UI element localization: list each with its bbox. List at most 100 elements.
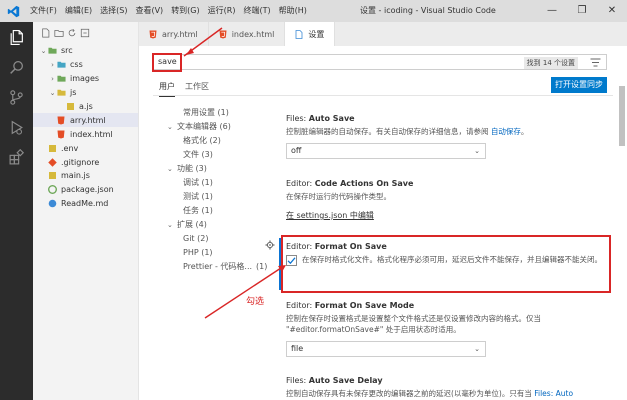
chevron-down-icon: ⌄ (474, 147, 480, 155)
explorer-item[interactable]: › images (33, 72, 138, 86)
tab-label: index.html (231, 29, 275, 39)
refresh-icon[interactable] (67, 28, 77, 38)
explorer-item[interactable]: ReadMe.md (33, 197, 138, 211)
explorer-item[interactable]: › css (33, 58, 138, 72)
setting-category: Editor: (286, 301, 315, 310)
explorer-item-label: arry.html (70, 115, 106, 125)
toc-item[interactable]: 测试 (1) (139, 190, 269, 204)
toc-item[interactable]: 文件 (3) (139, 148, 269, 162)
window-title: 设置 - icoding - Visual Studio Code (360, 6, 496, 15)
maximize-button[interactable]: ❐ (567, 0, 597, 22)
folder-icon (57, 88, 66, 97)
toc-item[interactable]: 格式化 (2) (139, 134, 269, 148)
menu-edit[interactable]: 编辑(E) (61, 0, 96, 22)
explorer-item[interactable]: index.html (33, 127, 138, 141)
setting-category: Files: (286, 376, 309, 385)
menu-terminal[interactable]: 终端(T) (239, 0, 274, 22)
chevron-down-icon: ⌄ (167, 165, 173, 173)
editor-tabs: arry.html index.html 设置 (139, 22, 627, 46)
explorer-item[interactable]: ⌄ js (33, 86, 138, 100)
menu-help[interactable]: 帮助(H) (275, 0, 311, 22)
setting-auto-save-delay: Files: Auto Save Delay 控制自动保存具有未保存更改的编辑器… (286, 376, 606, 399)
run-debug-icon[interactable] (0, 112, 33, 142)
auto-save-link[interactable]: 自动保存 (491, 127, 521, 136)
tab-label: arry.html (162, 29, 198, 39)
tab-index-html[interactable]: index.html (208, 22, 286, 46)
activity-bar (0, 22, 33, 400)
toc-item[interactable]: 任务 (1) (139, 204, 269, 218)
tab-arry-html[interactable]: arry.html (139, 22, 209, 46)
setting-name: Format On Save Mode (314, 301, 415, 310)
toc-item[interactable]: 调试 (1) (139, 176, 269, 190)
toc-item[interactable]: Git (2) (139, 232, 269, 246)
settings-search-input[interactable]: save 找到 14 个设置 (153, 54, 607, 70)
explorer-item-label: src (61, 46, 73, 56)
menu-run[interactable]: 运行(R) (204, 0, 240, 22)
explorer-item[interactable]: .gitignore (33, 155, 138, 169)
explorer-icon[interactable] (0, 22, 33, 52)
js-icon (48, 171, 57, 180)
minimize-button[interactable]: — (537, 0, 567, 22)
format-on-save-highlight-box (281, 235, 611, 293)
explorer-item[interactable]: package.json (33, 183, 138, 197)
toc-item-count: (1) (256, 262, 268, 271)
settings-editor: save 找到 14 个设置 用户 工作区 打开设置同步 常用设置 (1) ⌄ 文本… (139, 46, 627, 400)
close-button[interactable]: ✕ (597, 0, 627, 22)
gear-icon[interactable] (265, 240, 275, 250)
explorer-item-label: css (70, 60, 83, 70)
edit-in-settings-json-link[interactable]: 在 settings.json 中编辑 (286, 210, 606, 221)
scrollbar-thumb[interactable] (619, 86, 625, 146)
explorer-item[interactable]: .env (33, 141, 138, 155)
extensions-icon[interactable] (0, 142, 33, 172)
folder-icon (57, 74, 66, 83)
folder-icon (57, 60, 66, 69)
explorer-item-label: .gitignore (61, 157, 100, 167)
explorer-item[interactable]: arry.html (33, 113, 138, 128)
toc-item[interactable]: 常用设置 (1) (139, 106, 269, 120)
format-on-save-mode-dropdown[interactable]: file ⌄ (286, 341, 486, 357)
toc-item-label: PHP (1) (183, 248, 213, 257)
chevron-down-icon: ⌄ (474, 345, 480, 353)
window-controls: — ❐ ✕ (537, 0, 627, 22)
tab-label: 设置 (308, 29, 325, 39)
toc-item[interactable]: ⌄ 扩展 (4) (139, 218, 269, 232)
chevron-down-icon: ⌄ (167, 123, 173, 131)
toc-item-label: 常用设置 (1) (183, 108, 229, 117)
files-auto-link[interactable]: Files: Auto (534, 389, 573, 398)
explorer-tree: ⌄ src › css › images ⌄ js a.js arry.html index.htm… (33, 44, 138, 211)
explorer-toolbar (33, 22, 138, 44)
setting-desc-text: 控制自动保存具有未保存更改的编辑器之前的延迟(以毫秒为单位)。只有当 (286, 389, 532, 398)
new-file-icon[interactable] (41, 28, 51, 38)
source-control-icon[interactable] (0, 82, 33, 112)
menu-selection[interactable]: 选择(S) (96, 0, 131, 22)
chevron-right-icon: › (51, 60, 54, 69)
chevron-down-icon: ⌄ (49, 88, 56, 97)
dropdown-value: off (291, 146, 302, 155)
toc-item[interactable]: ⌄ 功能 (3) (139, 162, 269, 176)
toc-item[interactable]: PHP (1) (139, 246, 269, 260)
menu-view[interactable]: 查看(V) (131, 0, 167, 22)
setting-category: Editor: (286, 179, 315, 188)
setting-name: Auto Save (308, 114, 355, 123)
menu-file[interactable]: 文件(F) (26, 0, 61, 22)
explorer-item[interactable]: main.js (33, 169, 138, 183)
setting-description: 控制脏编辑器的自动保存。有关自动保存的详细信息，请参阅 自动保存。 (286, 126, 606, 137)
new-folder-icon[interactable] (54, 28, 64, 38)
search-icon[interactable] (0, 52, 33, 82)
filter-icon[interactable] (590, 58, 601, 67)
toc-item-label: 文本编辑器 (6) (177, 122, 231, 131)
tab-settings[interactable]: 设置 (285, 22, 336, 46)
explorer-item-label: js (70, 88, 77, 98)
chevron-down-icon: ⌄ (40, 46, 47, 55)
collapse-all-icon[interactable] (80, 28, 90, 38)
menu-go[interactable]: 转到(G) (167, 0, 203, 22)
explorer-item[interactable]: ⌄ src (33, 44, 138, 58)
toc-item[interactable]: Prettier - 代码格... (1) (139, 260, 269, 274)
html-file-icon (149, 30, 157, 38)
auto-save-dropdown[interactable]: off ⌄ (286, 143, 486, 159)
explorer-item[interactable]: a.js (33, 100, 138, 114)
settings-sync-button[interactable]: 打开设置同步 (551, 77, 607, 93)
settings-toc: 常用设置 (1) ⌄ 文本编辑器 (6) 格式化 (2) 文件 (3) ⌄ 功能 (3) 调试… (139, 106, 269, 274)
explorer-sidebar: ⌄ src › css › images ⌄ js a.js arry.html index.htm… (33, 22, 139, 400)
toc-item[interactable]: ⌄ 文本编辑器 (6) (139, 120, 269, 134)
